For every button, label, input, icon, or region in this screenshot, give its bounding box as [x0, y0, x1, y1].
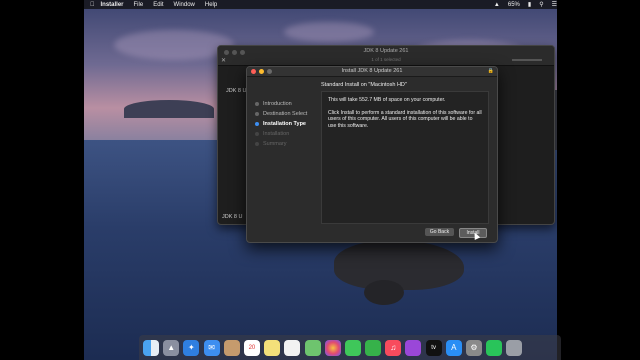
installer-title: Install JDK 8 Update 261 — [341, 68, 403, 74]
space-required-text: This will take 552.7 MB of space on your… — [328, 97, 446, 103]
whatsapp-icon[interactable] — [486, 339, 503, 356]
tv-icon[interactable]: tv — [425, 339, 442, 356]
finder-icon[interactable] — [143, 339, 159, 356]
finder-titlebar[interactable]: JDK 8 Update 261 1 of 1 selected — [218, 46, 554, 66]
battery-icon[interactable]: ▮ — [528, 1, 531, 8]
install-description-text: Click Install to perform a standard inst… — [328, 110, 482, 129]
safari-icon[interactable]: ✦ — [183, 339, 200, 356]
calendar-day: 20 — [248, 344, 256, 351]
dock: ▲ ✦ ✉ 20 ♫ tv A ⚙ — [139, 335, 561, 360]
step-bullet-icon — [255, 102, 259, 106]
step-list: Introduction Destination Select Installa… — [255, 99, 307, 149]
search-icon[interactable]: ⚲ — [539, 1, 543, 8]
install-heading: Standard Install on "Macintosh HD" — [321, 82, 407, 88]
app-store-icon[interactable]: A — [445, 339, 462, 356]
menu-window[interactable]: Window — [174, 2, 195, 8]
menu-app-name[interactable]: Installer — [101, 2, 124, 8]
install-info-panel: This will take 552.7 MB of space on your… — [321, 91, 489, 224]
go-back-button[interactable]: Go Back — [425, 228, 454, 236]
music-icon[interactable]: ♫ — [385, 339, 402, 356]
calendar-icon[interactable]: 20 — [243, 339, 260, 356]
notes-icon[interactable] — [264, 339, 281, 356]
menu-help[interactable]: Help — [205, 2, 217, 8]
lock-icon[interactable]: 🔒 — [488, 68, 494, 74]
step-installation: Installation — [255, 129, 307, 139]
control-center-icon[interactable]: ☰ — [552, 1, 557, 8]
trash-icon[interactable] — [506, 339, 523, 356]
finder-title: JDK 8 Update 261 — [363, 48, 409, 54]
step-destination-select: Destination Select — [255, 109, 307, 119]
finder-size-slider[interactable] — [512, 59, 542, 61]
launchpad-icon[interactable]: ▲ — [163, 339, 180, 356]
step-bullet-icon — [255, 122, 259, 126]
menu-file[interactable]: File — [134, 2, 144, 8]
mail-icon[interactable]: ✉ — [203, 339, 220, 356]
close-icon[interactable]: ✕ — [221, 57, 226, 64]
step-introduction: Introduction — [255, 99, 307, 109]
installer-window: Install JDK 8 Update 261 🔒 Standard Inst… — [246, 66, 498, 243]
right-letterbox — [557, 0, 640, 360]
maps-icon[interactable] — [304, 339, 321, 356]
wifi-icon[interactable]: ▲ — [494, 2, 500, 8]
menu-bar:  Installer File Edit Window Help ▲ 65% … — [84, 0, 557, 9]
podcasts-icon[interactable] — [405, 339, 422, 356]
installer-titlebar[interactable]: Install JDK 8 Update 261 🔒 — [247, 67, 497, 77]
step-summary: Summary — [255, 139, 307, 149]
menu-edit[interactable]: Edit — [153, 2, 163, 8]
step-bullet-icon — [255, 112, 259, 116]
left-letterbox — [0, 0, 84, 360]
step-bullet-icon — [255, 132, 259, 136]
photos-icon[interactable] — [324, 339, 341, 356]
apple-icon[interactable]:  — [90, 2, 95, 8]
messages-icon[interactable] — [344, 339, 361, 356]
system-preferences-icon[interactable]: ⚙ — [466, 339, 482, 356]
step-bullet-icon — [255, 142, 259, 146]
battery-percent[interactable]: 65% — [508, 2, 520, 8]
facetime-icon[interactable] — [365, 339, 382, 356]
reminders-icon[interactable] — [284, 339, 301, 356]
finder-subtitle: 1 of 1 selected — [371, 57, 401, 62]
contacts-icon[interactable] — [223, 339, 240, 356]
finder-status-label: JDK 8 U — [222, 214, 243, 220]
finder-item-label[interactable]: JDK 8 U — [226, 88, 246, 94]
step-installation-type: Installation Type — [255, 119, 307, 129]
